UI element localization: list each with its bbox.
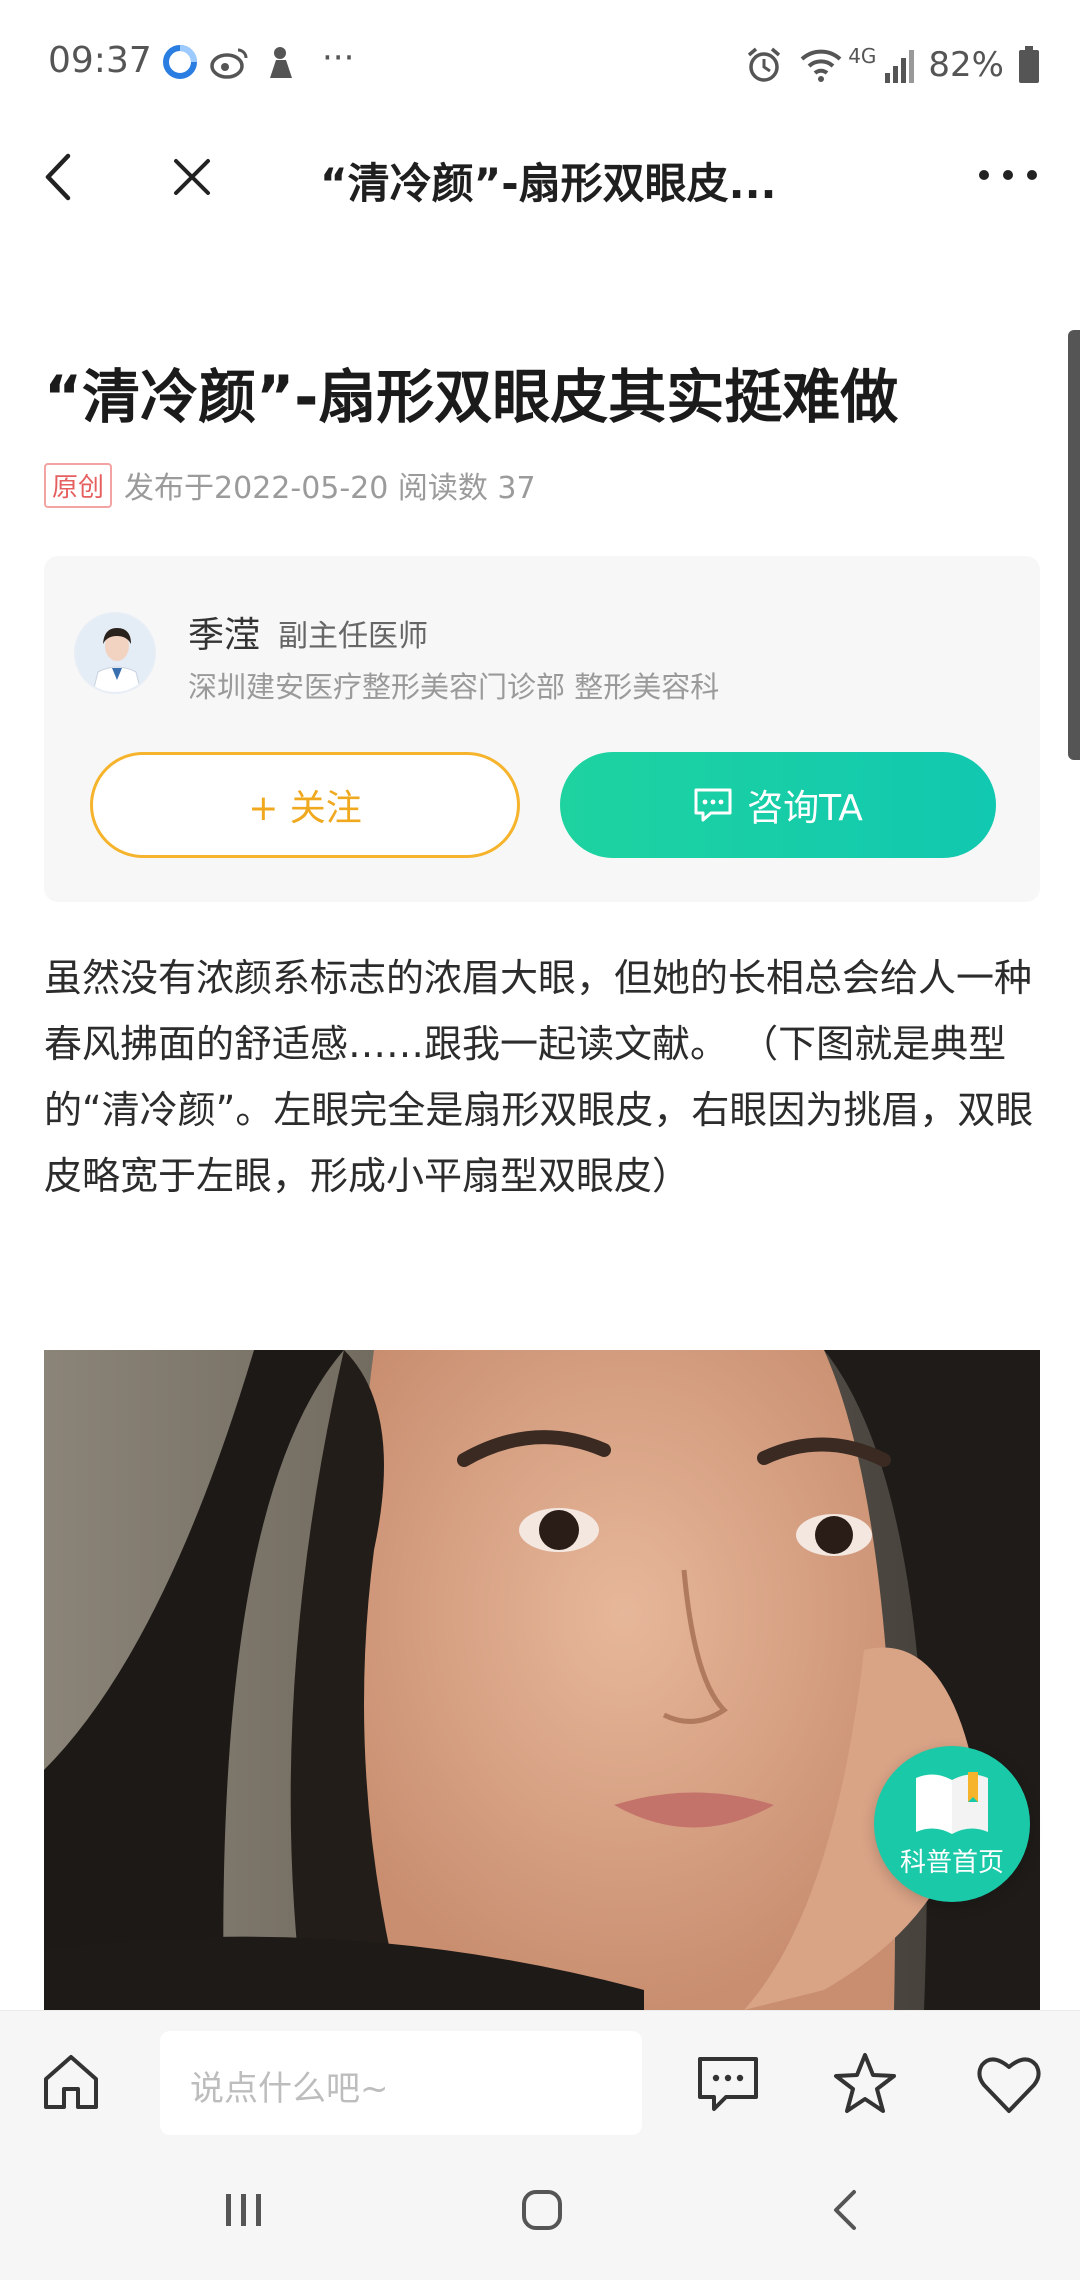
network-type: 4G xyxy=(848,44,877,68)
article-photo xyxy=(44,1350,1040,2010)
portrait-image xyxy=(44,1350,1040,2010)
comment-placeholder: 说点什么吧~ xyxy=(190,2069,389,2109)
weibo-icon xyxy=(210,48,248,79)
bottom-action-bar: 说点什么吧~ xyxy=(0,2010,1080,2150)
close-icon[interactable] xyxy=(168,150,216,204)
comment-input[interactable]: 说点什么吧~ xyxy=(160,2031,642,2135)
original-badge: 原创 xyxy=(44,462,113,508)
follow-button[interactable]: + 关注 xyxy=(90,752,520,858)
doctor-avatar-image xyxy=(76,614,154,692)
navigation-bar: “清冷颜”-扇形双眼皮... xyxy=(0,132,1080,222)
status-time: 09:37 xyxy=(48,40,152,81)
battery-icon xyxy=(1019,46,1039,83)
system-navigation-bar xyxy=(0,2150,1080,2280)
consult-button[interactable]: 咨询TA xyxy=(560,752,996,858)
doctor-card[interactable]: 季滢 副主任医师 深圳建安医疗整形美容门诊部 整形美容科 + 关注 咨询TA xyxy=(44,556,1040,902)
wifi-icon xyxy=(800,49,842,82)
nav-title: “清冷颜”-扇形双眼皮... xyxy=(320,159,777,208)
status-bar: 09:37 ··· 4G 82% xyxy=(0,0,1080,132)
signal-icon xyxy=(885,50,915,83)
alarm-icon xyxy=(748,47,781,82)
screen: 09:37 ··· 4G 82% “清冷颜”-扇形双眼皮... “清冷颜”-扇形… xyxy=(0,0,1080,2280)
status-indicators: 4G 82% xyxy=(744,40,1040,90)
science-home-button[interactable]: 科普首页 xyxy=(874,1746,1030,1902)
publish-info: 发布于2022-05-20 阅读数 37 xyxy=(124,471,536,506)
doctor-title: 副主任医师 xyxy=(278,619,428,654)
chat-bubble-icon xyxy=(694,788,732,822)
system-back-icon[interactable] xyxy=(830,2188,860,2232)
doctor-hospital: 深圳建安医疗整形美容门诊部 整形美容科 xyxy=(188,670,720,704)
back-icon[interactable] xyxy=(38,150,82,204)
more-options-icon[interactable] xyxy=(976,160,1040,190)
consult-label: 咨询TA xyxy=(747,788,863,829)
doctor-name[interactable]: 季滢 xyxy=(188,606,260,658)
open-book-icon xyxy=(916,1772,988,1834)
favorite-star-icon[interactable] xyxy=(832,2051,898,2117)
scroll-indicator[interactable] xyxy=(1068,330,1080,760)
article-body: 虽然没有浓颜系标志的浓眉大眼，但她的长相总会给人一种春风拂面的舒适感……跟我一起… xyxy=(44,956,1034,1198)
like-heart-icon[interactable] xyxy=(976,2053,1042,2115)
science-home-label: 科普首页 xyxy=(899,1848,1004,1878)
system-home-icon[interactable] xyxy=(520,2188,564,2232)
more-notifications-icon: ··· xyxy=(322,38,355,78)
battery-percent: 82% xyxy=(928,45,1004,85)
browser-notification-icon xyxy=(163,45,197,79)
home-icon[interactable] xyxy=(40,2051,102,2113)
article-title: “清冷颜”-扇形双眼皮其实挺难做 xyxy=(44,363,899,431)
doctor-avatar[interactable] xyxy=(74,612,156,694)
article-meta: 原创 发布于2022-05-20 阅读数 37 xyxy=(44,462,536,508)
comment-icon[interactable] xyxy=(696,2055,760,2115)
app-notification-icon xyxy=(270,47,292,78)
recent-apps-icon[interactable] xyxy=(222,2188,266,2232)
